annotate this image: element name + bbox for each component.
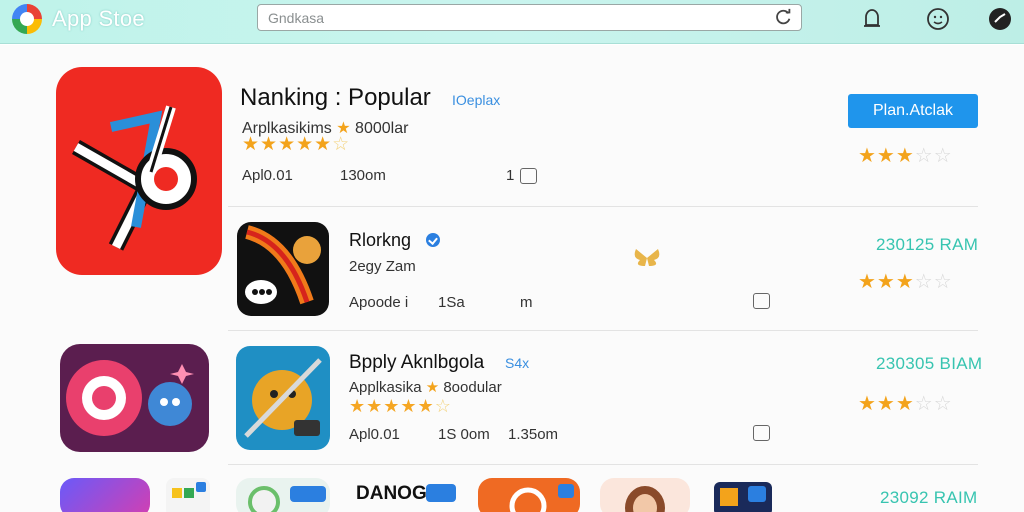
bell-icon[interactable] — [860, 7, 884, 31]
secondary-logo-icon — [66, 360, 194, 436]
featured-meta-size: 130om — [340, 167, 386, 184]
badge-icon — [426, 484, 456, 502]
app-icon-bottom-4[interactable] — [478, 478, 580, 512]
app-meta-extra: 1.35om — [508, 426, 559, 443]
refresh-icon[interactable] — [775, 8, 793, 26]
divider — [228, 464, 978, 465]
search-value: Gndkasa — [268, 10, 325, 26]
share-icon[interactable] — [753, 293, 770, 309]
top-bar: App Stoe Gndkasa — [0, 0, 1024, 44]
app-icon-rlorkng[interactable] — [237, 222, 329, 316]
smiley-icon[interactable] — [926, 7, 950, 31]
rlorkng-logo-icon — [244, 225, 321, 305]
app-rating-bpply: ★★★☆☆ — [858, 393, 953, 415]
verified-badge-icon — [426, 233, 440, 247]
featured-meta-version: Apl0.01 — [242, 167, 293, 184]
app-price-rlorkng: 230125 RAM — [876, 235, 979, 254]
featured-right-rating: ★★★☆☆ — [858, 145, 953, 167]
orange-logo-icon — [509, 484, 574, 512]
app-meta-version: Apl0.01 — [349, 426, 400, 443]
featured-title[interactable]: Nanking : Popular — [240, 84, 431, 112]
search-input[interactable]: Gndkasa — [257, 4, 802, 31]
featured-tag: IOeplax — [452, 92, 501, 108]
featured-app-icon[interactable] — [56, 67, 222, 275]
app-meta-version: Apoode i — [349, 294, 409, 311]
app-icon-bottom-1[interactable] — [60, 478, 150, 512]
star-icon: ★ — [425, 379, 440, 396]
app-title-rlorkng[interactable]: Rlorkng — [349, 230, 411, 251]
share-icon[interactable] — [753, 425, 770, 441]
featured-logo-icon — [72, 105, 197, 251]
share-icon[interactable] — [520, 168, 537, 184]
app-icon-bottom-5[interactable] — [600, 478, 690, 512]
app-title-bpply[interactable]: Bpply Aknlbgola — [349, 352, 484, 374]
app-icon-bottom-2[interactable] — [166, 478, 210, 512]
person-avatar-icon — [625, 486, 665, 512]
app-rating-rlorkng: ★★★☆☆ — [858, 271, 953, 293]
install-button[interactable]: Plan.Atclak — [848, 94, 978, 128]
app-subtitle-left: Applkasika — [349, 379, 422, 396]
bpply-logo-icon — [244, 358, 322, 438]
app-icon-secondary[interactable] — [60, 344, 209, 452]
app-icon-bpply[interactable] — [236, 346, 330, 450]
featured-meta-count: 1 — [506, 167, 515, 184]
character-icon — [248, 486, 326, 512]
app-meta-size: 1Sa — [438, 294, 465, 311]
app-meta-extra: m — [520, 294, 533, 311]
profile-icon[interactable] — [988, 7, 1012, 31]
featured-rating: ★★★★★☆ — [242, 134, 351, 155]
app-subtitle-bpply: Applkasika ★ 8oodular — [349, 378, 502, 396]
game-logo-icon — [720, 486, 766, 506]
app-price-bpply: 230305 BIAM — [876, 354, 983, 373]
app-icon-bottom-6[interactable] — [714, 482, 772, 512]
app-title-danog[interactable]: DANOG — [356, 483, 427, 505]
app-subtitle-right: 8oodular — [443, 379, 502, 396]
divider — [228, 206, 978, 207]
blocks-icon — [172, 482, 206, 498]
divider — [228, 330, 978, 331]
featured-subtitle-right: 8000lar — [355, 120, 409, 137]
butterfly-icon — [634, 249, 660, 266]
app-tag-bpply: S4x — [505, 355, 530, 371]
app-inline-rating-bpply: ★★★★★☆ — [349, 396, 452, 416]
app-meta-size: 1S 0om — [438, 426, 490, 443]
app-price-danog: 23092 RAIM — [880, 488, 978, 507]
app-store-logo-icon[interactable] — [12, 4, 42, 34]
app-title: App Stoe — [52, 6, 145, 31]
app-icon-bottom-3[interactable] — [236, 478, 330, 512]
app-subtitle-rlorkng: 2egy Zam — [349, 258, 416, 275]
